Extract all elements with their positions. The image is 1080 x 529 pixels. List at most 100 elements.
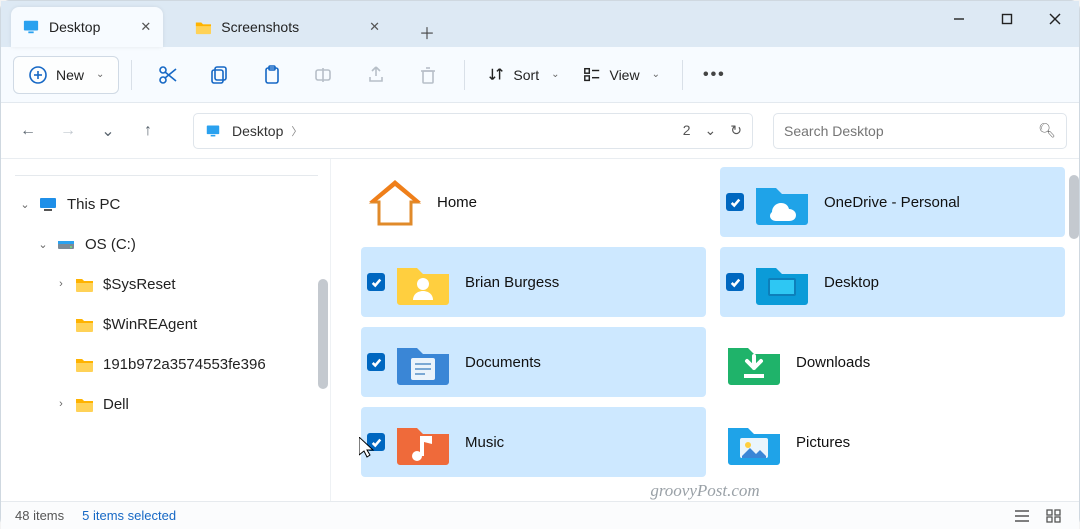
search-box[interactable]: 🔍︎ <box>773 113 1067 149</box>
checkbox[interactable] <box>367 273 385 291</box>
back-button[interactable]: ← <box>13 116 43 146</box>
drive-icon <box>55 235 77 253</box>
paste-button[interactable] <box>248 55 296 95</box>
tree-winreagent[interactable]: $WinREAgent <box>9 304 330 344</box>
folder-icon <box>73 315 95 333</box>
view-label: View <box>609 67 639 83</box>
more-button[interactable]: ••• <box>695 66 734 84</box>
item-documents[interactable]: Documents <box>361 327 706 397</box>
tab-label: Screenshots <box>221 19 299 35</box>
tree-label: $SysReset <box>103 276 176 293</box>
history-dropdown-icon[interactable]: ⌄ <box>705 122 717 139</box>
tree-os-c[interactable]: ⌄ OS (C:) <box>9 224 330 264</box>
chevron-down-icon: ⌄ <box>96 69 104 80</box>
sort-button[interactable]: Sort ⌄ <box>477 55 569 95</box>
home-icon <box>367 178 423 226</box>
forward-button[interactable]: → <box>53 116 83 146</box>
tab-screenshots[interactable]: Screenshots ✕ <box>183 7 392 47</box>
folder-icon <box>73 355 95 373</box>
sort-label: Sort <box>513 67 539 83</box>
rename-icon <box>314 65 334 85</box>
recent-button[interactable]: ⌄ <box>93 116 123 146</box>
tree-label: OS (C:) <box>85 236 136 253</box>
item-onedrive[interactable]: OneDrive - Personal <box>720 167 1065 237</box>
selected-count: 5 items selected <box>82 508 176 523</box>
music-icon <box>395 418 451 466</box>
breadcrumb-segment[interactable]: Desktop <box>232 123 283 139</box>
item-label: OneDrive - Personal <box>824 194 960 211</box>
thumbnails-view-button[interactable] <box>1043 507 1065 525</box>
chevron-down-icon[interactable]: ⌄ <box>35 238 51 251</box>
item-label: Downloads <box>796 354 870 371</box>
command-bar: New ⌄ Sort ⌄ View ⌄ ••• <box>1 47 1079 103</box>
checkbox[interactable] <box>367 353 385 371</box>
item-desktop-folder[interactable]: Desktop <box>720 247 1065 317</box>
item-label: Pictures <box>796 434 850 451</box>
desktop-folder-icon <box>754 258 810 306</box>
delete-button[interactable] <box>404 55 452 95</box>
tree-label: Dell <box>103 396 129 413</box>
checkbox[interactable] <box>726 273 744 291</box>
paste-icon <box>262 65 282 85</box>
maximize-button[interactable] <box>983 1 1031 37</box>
nav-pane[interactable]: ⌄ This PC ⌄ OS (C:) › $SysReset $WinREAg… <box>1 159 331 501</box>
rename-button[interactable] <box>300 55 348 95</box>
share-button[interactable] <box>352 55 400 95</box>
item-label: Desktop <box>824 274 879 291</box>
item-count: 48 items <box>15 508 64 523</box>
chevron-right-icon[interactable]: › <box>53 398 69 410</box>
separator <box>464 60 465 90</box>
view-icon <box>583 66 601 84</box>
onedrive-icon <box>754 178 810 226</box>
main-area: ⌄ This PC ⌄ OS (C:) › $SysReset $WinREAg… <box>1 159 1079 501</box>
item-downloads[interactable]: Downloads <box>720 327 1065 397</box>
tree-sysreset[interactable]: › $SysReset <box>9 264 330 304</box>
item-label: Music <box>465 434 504 451</box>
search-input[interactable] <box>784 123 1030 139</box>
copy-button[interactable] <box>196 55 244 95</box>
desktop-icon <box>204 124 222 138</box>
tree-hash-folder[interactable]: 191b972a3574553fe396 <box>9 344 330 384</box>
close-window-button[interactable] <box>1031 1 1079 37</box>
item-home[interactable]: Home <box>361 167 706 237</box>
new-button[interactable]: New ⌄ <box>13 56 119 94</box>
tab-close-icon[interactable]: ✕ <box>369 19 380 35</box>
checkbox[interactable] <box>367 433 385 451</box>
view-button[interactable]: View ⌄ <box>573 55 669 95</box>
chevron-down-icon[interactable]: ⌄ <box>17 198 33 211</box>
tree-dell[interactable]: › Dell <box>9 384 330 424</box>
tree-label: This PC <box>67 196 120 213</box>
sort-icon <box>487 66 505 84</box>
separator <box>682 60 683 90</box>
chevron-down-icon: ⌄ <box>652 69 660 80</box>
chevron-down-icon: ⌄ <box>551 69 559 80</box>
item-pictures[interactable]: Pictures <box>720 407 1065 477</box>
chevron-right-icon: 〉 <box>291 123 302 139</box>
chevron-right-icon[interactable]: › <box>53 278 69 290</box>
downloads-icon <box>726 338 782 386</box>
refresh-button[interactable]: ↻ <box>730 122 742 139</box>
sidebar-scrollbar[interactable] <box>318 279 328 389</box>
item-label: Home <box>437 194 477 211</box>
minimize-button[interactable] <box>935 1 983 37</box>
folder-icon <box>195 19 211 35</box>
item-label: Brian Burgess <box>465 274 559 291</box>
item-music[interactable]: Music <box>361 407 706 477</box>
content-scrollbar[interactable] <box>1069 175 1079 239</box>
new-tab-button[interactable]: ＋ <box>412 17 442 47</box>
up-button[interactable]: ↑ <box>133 116 163 146</box>
tree-this-pc[interactable]: ⌄ This PC <box>9 184 330 224</box>
cut-button[interactable] <box>144 55 192 95</box>
tree-label: 191b972a3574553fe396 <box>103 356 266 373</box>
tab-close-icon[interactable]: ✕ <box>140 19 151 35</box>
address-bar[interactable]: Desktop 〉 2 ⌄ ↻ <box>193 113 753 149</box>
pictures-icon <box>726 418 782 466</box>
folder-icon <box>73 395 95 413</box>
tab-desktop[interactable]: Desktop ✕ <box>11 7 163 47</box>
details-view-button[interactable] <box>1011 507 1033 525</box>
item-user-folder[interactable]: Brian Burgess <box>361 247 706 317</box>
checkbox[interactable] <box>726 193 744 211</box>
separator <box>15 175 318 176</box>
user-folder-icon <box>395 258 451 306</box>
file-list[interactable]: Home OneDrive - Personal Brian Burgess D… <box>331 159 1079 501</box>
